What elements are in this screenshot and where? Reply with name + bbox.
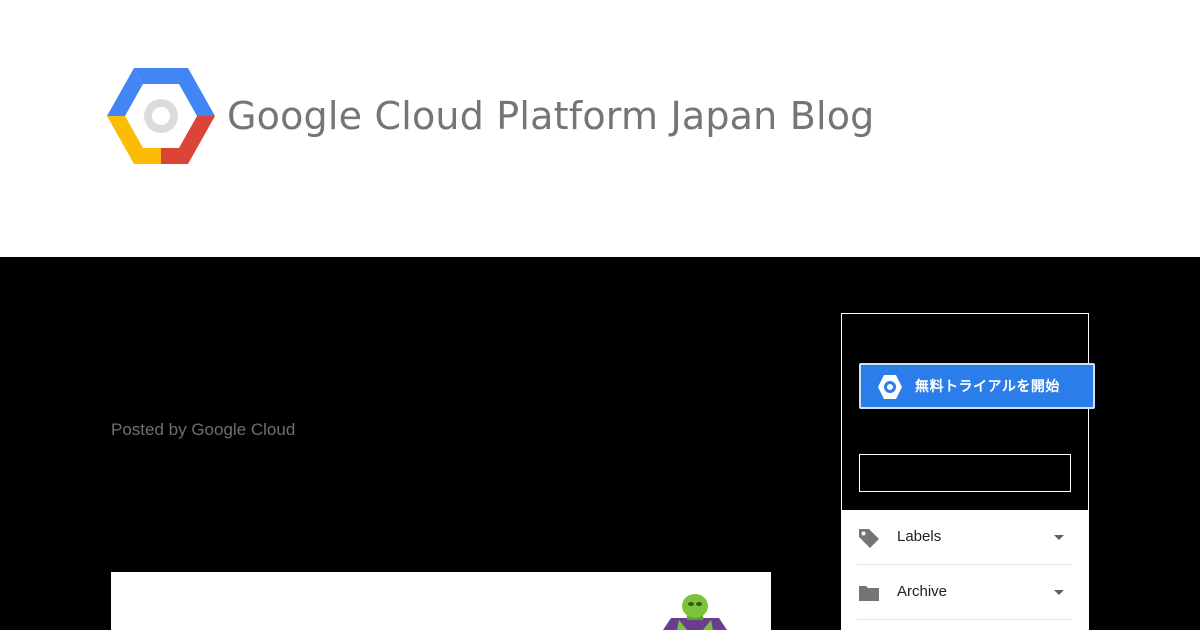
green-character-figure-icon — [663, 594, 727, 630]
archive-widget[interactable]: Archive — [857, 565, 1072, 620]
chevron-down-icon[interactable] — [1054, 590, 1064, 595]
sidebar-top-widget: 無料トライアルを開始 — [841, 313, 1095, 511]
labels-widget[interactable]: Labels — [857, 510, 1072, 565]
sidebar: 無料トライアルを開始 Labels Archive — [841, 313, 1095, 630]
free-trial-label: 無料トライアルを開始 — [915, 378, 1060, 394]
post-byline: Posted by Google Cloud — [111, 420, 296, 439]
blog-title[interactable]: Google Cloud Platform Japan Blog — [227, 90, 875, 142]
labels-widget-label: Labels — [897, 528, 942, 545]
sidebar-widget-panel: Labels Archive — [841, 510, 1089, 630]
folder-icon — [859, 586, 879, 601]
search-input[interactable] — [859, 454, 1071, 492]
chevron-down-icon[interactable] — [1054, 535, 1064, 540]
google-cloud-hexagon-icon — [878, 375, 902, 399]
free-trial-button[interactable]: 無料トライアルを開始 — [859, 363, 1095, 409]
label-tag-icon — [859, 529, 879, 548]
blog-header: Google Cloud Platform Japan Blog — [0, 0, 1200, 257]
archive-widget-label: Archive — [897, 583, 948, 600]
google-cloud-logo-icon[interactable] — [107, 68, 215, 164]
post-card — [111, 572, 771, 630]
